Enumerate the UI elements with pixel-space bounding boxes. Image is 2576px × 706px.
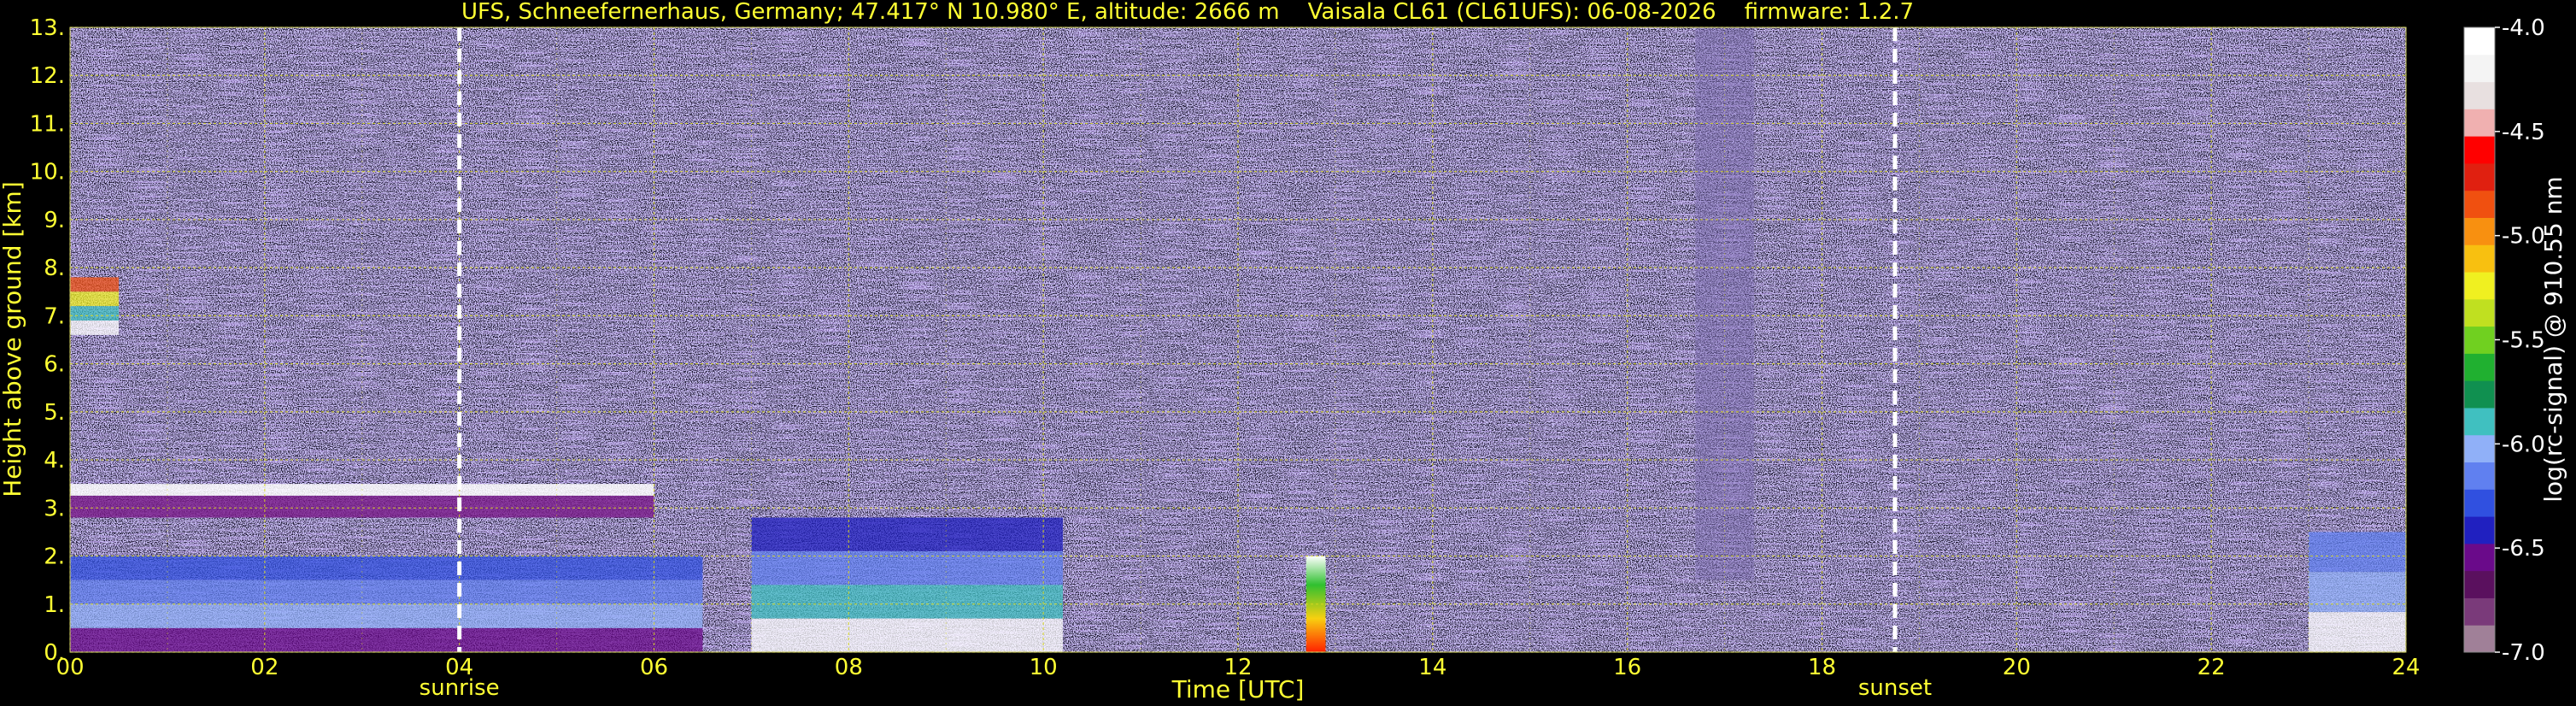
feature-band — [2309, 612, 2406, 652]
feature-band — [751, 585, 1063, 619]
colorbar-segment — [2464, 625, 2495, 653]
colorbar-segment — [2464, 597, 2495, 626]
colorbar-segment — [2464, 434, 2495, 463]
x-tick-label: 18 — [1808, 655, 1836, 680]
x-tick-label: 14 — [1418, 655, 1446, 680]
y-tick-label: 11. — [30, 111, 65, 137]
colorbar-segment — [2464, 353, 2495, 381]
x-tick-label: 00 — [56, 655, 84, 680]
colorbar-segment — [2464, 272, 2495, 300]
colorbar-segment — [2464, 27, 2495, 56]
feature-band — [2309, 572, 2406, 613]
feature-band — [70, 603, 703, 628]
feature-band — [70, 321, 119, 335]
x-axis-label: Time [UTC] — [1171, 675, 1305, 703]
y-tick-labels: 0.1.2.3.4.5.6.7.8.9.10.11.12.13. — [30, 15, 65, 666]
annotation-sunset: sunset — [1858, 675, 1932, 701]
colorbar-segment — [2464, 298, 2495, 327]
y-tick-label: 9. — [44, 208, 65, 233]
colorbar-segment — [2464, 326, 2495, 354]
colorbar-segment — [2464, 570, 2495, 598]
colorbar-segment — [2464, 462, 2495, 490]
x-tick-label: 20 — [2003, 655, 2031, 680]
feature-convective-plumes — [751, 517, 1063, 652]
feature-band — [70, 291, 119, 307]
colorbar-segment — [2464, 217, 2495, 245]
colorbar-tick-label: -6.5 — [2502, 536, 2545, 562]
colorbar-segment — [2464, 190, 2495, 218]
colorbar-segment — [2464, 407, 2495, 436]
y-tick-label: 13. — [30, 15, 65, 41]
feature-band — [70, 627, 703, 652]
feature-band — [751, 618, 1063, 652]
y-tick-label: 10. — [30, 160, 65, 185]
y-tick-label: 1. — [44, 592, 65, 618]
colorbar-segment — [2464, 380, 2495, 409]
y-axis-label: Height above ground [km] — [0, 181, 26, 497]
feature-band — [751, 517, 1063, 551]
feature-band — [70, 556, 703, 580]
colorbar-segment — [2464, 81, 2495, 109]
colorbar-segment — [2464, 54, 2495, 83]
feature-band — [70, 277, 119, 292]
y-tick-label: 12. — [30, 63, 65, 89]
x-tick-label: 08 — [835, 655, 863, 680]
y-tick-label: 7. — [44, 303, 65, 329]
feature-band — [70, 580, 703, 604]
colorbar-segment — [2464, 516, 2495, 544]
colorbar-segment — [2464, 109, 2495, 137]
feature-evening-layer — [2309, 532, 2406, 652]
colorbar — [2463, 26, 2496, 653]
colorbar-tick-label: -4.0 — [2502, 15, 2545, 41]
colorbar-label: log(rc-signal) @ 910.55 nm — [2539, 176, 2567, 502]
colorbar-segment — [2464, 543, 2495, 572]
y-tick-label: 5. — [44, 400, 65, 426]
x-tick-label: 02 — [250, 655, 279, 680]
feature-band — [2309, 532, 2406, 573]
y-tick-label: 8. — [44, 256, 65, 281]
feature-band — [70, 306, 119, 321]
ceilometer-figure: 0.1.2.3.4.5.6.7.8.9.10.11.12.13. 00 02 04 0… — [0, 0, 2567, 703]
y-tick-label: 2. — [44, 544, 65, 570]
colorbar-tick-label: -7.0 — [2502, 640, 2545, 666]
x-tick-label: 10 — [1030, 655, 1058, 680]
y-tick-label: 3. — [44, 496, 65, 521]
y-tick-label: 6. — [44, 352, 65, 378]
x-tick-label: 24 — [2391, 655, 2420, 680]
y-tick-label: 4. — [44, 448, 65, 474]
annotation-sunrise: sunrise — [420, 675, 500, 701]
x-tick-label: 06 — [640, 655, 668, 680]
x-tick-label: 16 — [1613, 655, 1641, 680]
colorbar-tick-labels: -4.0-4.5-5.0-5.5-6.0-6.5-7.0 — [2495, 15, 2545, 666]
colorbar-segment — [2464, 136, 2495, 164]
colorbar-tick-label: -4.5 — [2502, 120, 2545, 145]
feature-mid-level-cloud — [70, 277, 119, 335]
chart-title: UFS, Schneefernerhaus, Germany; 47.417° … — [461, 0, 1914, 25]
colorbar-segment — [2464, 244, 2495, 273]
feature-boundary-layer-aerosol — [70, 556, 703, 652]
x-tick-label: 22 — [2198, 655, 2226, 680]
colorbar-segment — [2464, 162, 2495, 191]
colorbar-segment — [2464, 489, 2495, 517]
feature-fill — [70, 495, 654, 518]
